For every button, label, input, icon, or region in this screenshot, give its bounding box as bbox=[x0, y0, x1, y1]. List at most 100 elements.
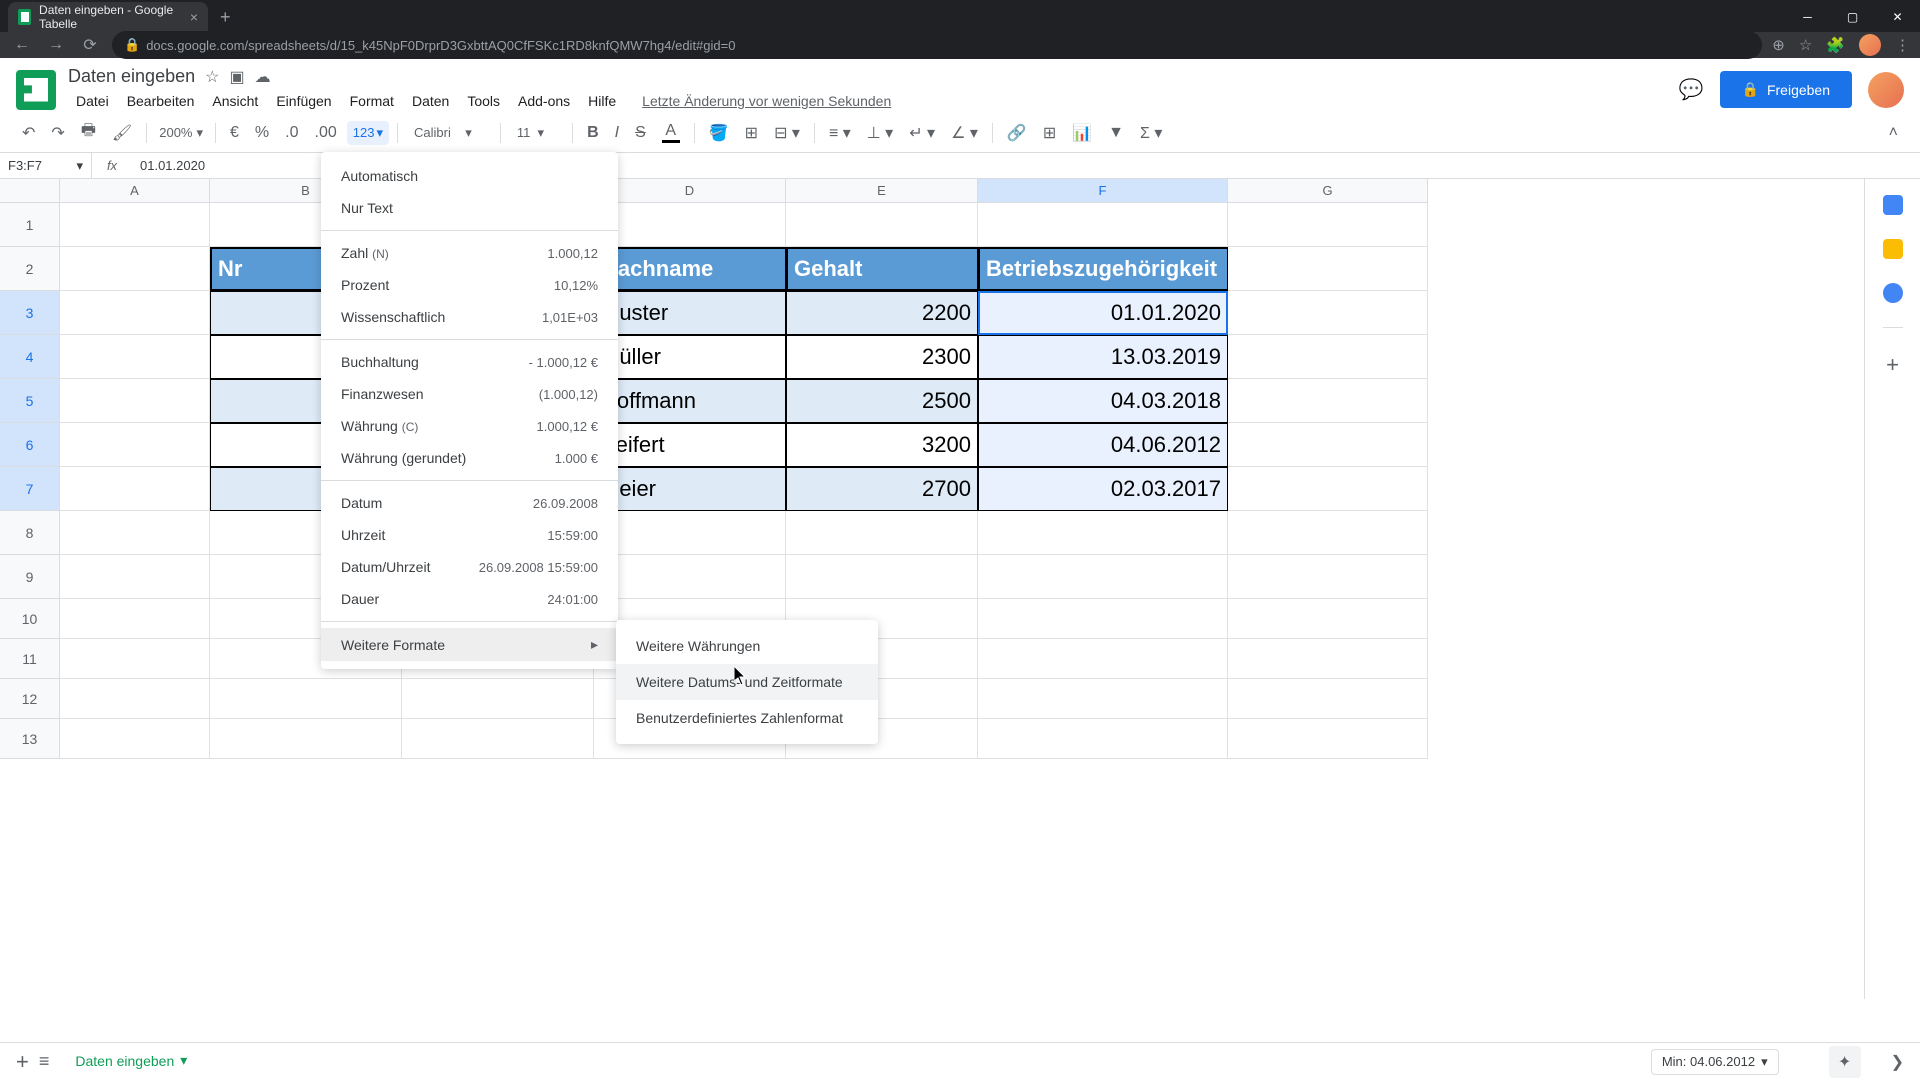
cell[interactable] bbox=[594, 555, 786, 599]
cell[interactable] bbox=[1228, 599, 1428, 639]
cell[interactable] bbox=[1228, 247, 1428, 291]
keep-icon[interactable] bbox=[1883, 239, 1903, 259]
row-header[interactable]: 3 bbox=[0, 291, 60, 335]
cell[interactable]: 2300 bbox=[786, 335, 978, 379]
extensions-icon[interactable]: 🧩 bbox=[1826, 36, 1845, 54]
spreadsheet-grid[interactable]: A B C D E F G 1 2NrVornameNachnameGehalt… bbox=[0, 179, 1864, 999]
format-datetime[interactable]: Datum/Uhrzeit26.09.2008 15:59:00 bbox=[321, 551, 618, 583]
cell[interactable] bbox=[60, 247, 210, 291]
cell[interactable] bbox=[1228, 555, 1428, 599]
col-header-g[interactable]: G bbox=[1228, 179, 1428, 203]
browser-tab[interactable]: Daten eingeben - Google Tabelle × bbox=[8, 2, 208, 32]
row-header[interactable]: 12 bbox=[0, 679, 60, 719]
row-header[interactable]: 1 bbox=[0, 203, 60, 247]
col-header-e[interactable]: E bbox=[786, 179, 978, 203]
back-icon[interactable]: ← bbox=[10, 36, 34, 54]
row-header[interactable]: 10 bbox=[0, 599, 60, 639]
cell[interactable]: 2700 bbox=[786, 467, 978, 511]
cell[interactable] bbox=[1228, 511, 1428, 555]
cell[interactable] bbox=[402, 719, 594, 759]
row-header[interactable]: 9 bbox=[0, 555, 60, 599]
cell[interactable] bbox=[60, 599, 210, 639]
calendar-icon[interactable] bbox=[1883, 195, 1903, 215]
formula-input[interactable]: 01.01.2020 bbox=[132, 158, 205, 173]
paint-format-icon[interactable]: 🖌 bbox=[106, 119, 138, 147]
cell[interactable]: 04.03.2018 bbox=[978, 379, 1228, 423]
cell[interactable] bbox=[60, 639, 210, 679]
cell[interactable] bbox=[1228, 291, 1428, 335]
row-header[interactable]: 11 bbox=[0, 639, 60, 679]
window-close-icon[interactable]: ✕ bbox=[1875, 2, 1920, 32]
cell[interactable] bbox=[978, 719, 1228, 759]
filter-icon[interactable]: ▼ bbox=[1102, 120, 1130, 146]
address-bar[interactable]: 🔒 docs.google.com/spreadsheets/d/15_k45N… bbox=[112, 31, 1762, 59]
table-header[interactable]: Betriebszugehörigkeit bbox=[978, 247, 1228, 291]
menu-view[interactable]: Ansicht bbox=[204, 89, 266, 113]
side-panel-expand-icon[interactable]: ❯ bbox=[1891, 1052, 1904, 1072]
col-header-f[interactable]: F bbox=[978, 179, 1228, 203]
cell[interactable] bbox=[60, 679, 210, 719]
cell[interactable]: 02.03.2017 bbox=[978, 467, 1228, 511]
format-duration[interactable]: Dauer24:01:00 bbox=[321, 583, 618, 615]
cell[interactable] bbox=[1228, 379, 1428, 423]
format-scientific[interactable]: Wissenschaftlich1,01E+03 bbox=[321, 301, 618, 333]
menu-format[interactable]: Format bbox=[342, 89, 402, 113]
cell[interactable] bbox=[402, 679, 594, 719]
profile-avatar[interactable] bbox=[1859, 34, 1881, 56]
cell[interactable] bbox=[60, 555, 210, 599]
window-minimize-icon[interactable]: ─ bbox=[1785, 2, 1830, 32]
sheets-logo-icon[interactable] bbox=[16, 70, 56, 110]
custom-number-format[interactable]: Benutzerdefiniertes Zahlenformat bbox=[616, 700, 878, 736]
more-currencies[interactable]: Weitere Währungen bbox=[616, 628, 878, 664]
chart-icon[interactable]: 📊 bbox=[1066, 119, 1098, 147]
star-icon[interactable]: ☆ bbox=[205, 67, 219, 87]
currency-icon[interactable]: € bbox=[224, 120, 245, 146]
italic-icon[interactable]: I bbox=[609, 120, 625, 146]
format-plain[interactable]: Nur Text bbox=[321, 192, 618, 224]
explore-button[interactable]: ✦ bbox=[1829, 1046, 1861, 1078]
format-currency-rounded[interactable]: Währung (gerundet)1.000 € bbox=[321, 442, 618, 474]
forward-icon[interactable]: → bbox=[44, 36, 68, 54]
menu-tools[interactable]: Tools bbox=[459, 89, 508, 113]
cell[interactable] bbox=[1228, 423, 1428, 467]
zoom-icon[interactable]: ⊕ bbox=[1772, 36, 1785, 54]
browser-menu-icon[interactable]: ⋮ bbox=[1895, 36, 1910, 54]
cell[interactable] bbox=[1228, 639, 1428, 679]
cell[interactable]: 3200 bbox=[786, 423, 978, 467]
reload-icon[interactable]: ⟳ bbox=[78, 35, 102, 55]
halign-icon[interactable]: ≡ ▾ bbox=[823, 119, 857, 147]
rotate-icon[interactable]: ∠ ▾ bbox=[945, 119, 984, 147]
cell[interactable] bbox=[978, 599, 1228, 639]
table-header[interactable]: Nachname bbox=[594, 247, 786, 291]
decrease-decimal-icon[interactable]: .0 bbox=[279, 120, 304, 146]
format-time[interactable]: Uhrzeit15:59:00 bbox=[321, 519, 618, 551]
cell[interactable] bbox=[60, 511, 210, 555]
more-date-time-formats[interactable]: Weitere Datums- und Zeitformate bbox=[616, 664, 878, 700]
status-chip[interactable]: Min: 04.06.2012▾ bbox=[1651, 1049, 1779, 1075]
format-more[interactable]: Weitere Formate▸ bbox=[321, 628, 618, 661]
doc-title[interactable]: Daten eingeben bbox=[68, 66, 195, 87]
percent-icon[interactable]: % bbox=[249, 120, 275, 146]
name-box[interactable]: F3:F7▾ bbox=[0, 153, 92, 178]
cell[interactable]: Hoffmann bbox=[594, 379, 786, 423]
cell[interactable] bbox=[1228, 335, 1428, 379]
cell[interactable] bbox=[786, 555, 978, 599]
cell[interactable]: 04.06.2012 bbox=[978, 423, 1228, 467]
cell[interactable] bbox=[786, 203, 978, 247]
row-header[interactable]: 6 bbox=[0, 423, 60, 467]
cell[interactable]: 2500 bbox=[786, 379, 978, 423]
format-percent[interactable]: Prozent10,12% bbox=[321, 269, 618, 301]
col-header-d[interactable]: D bbox=[594, 179, 786, 203]
all-sheets-button[interactable]: ≡ bbox=[39, 1051, 50, 1072]
cell[interactable]: 2200 bbox=[786, 291, 978, 335]
row-header[interactable]: 5 bbox=[0, 379, 60, 423]
wrap-icon[interactable]: ↵ ▾ bbox=[903, 119, 941, 147]
cell[interactable] bbox=[1228, 467, 1428, 511]
row-header[interactable]: 4 bbox=[0, 335, 60, 379]
cell[interactable] bbox=[60, 467, 210, 511]
menu-help[interactable]: Hilfe bbox=[580, 89, 624, 113]
menu-data[interactable]: Daten bbox=[404, 89, 457, 113]
valign-icon[interactable]: ⊥ ▾ bbox=[861, 119, 899, 147]
sheet-tab[interactable]: Daten eingeben ▾ bbox=[59, 1044, 203, 1079]
format-currency[interactable]: Währung (C)1.000,12 € bbox=[321, 410, 618, 442]
